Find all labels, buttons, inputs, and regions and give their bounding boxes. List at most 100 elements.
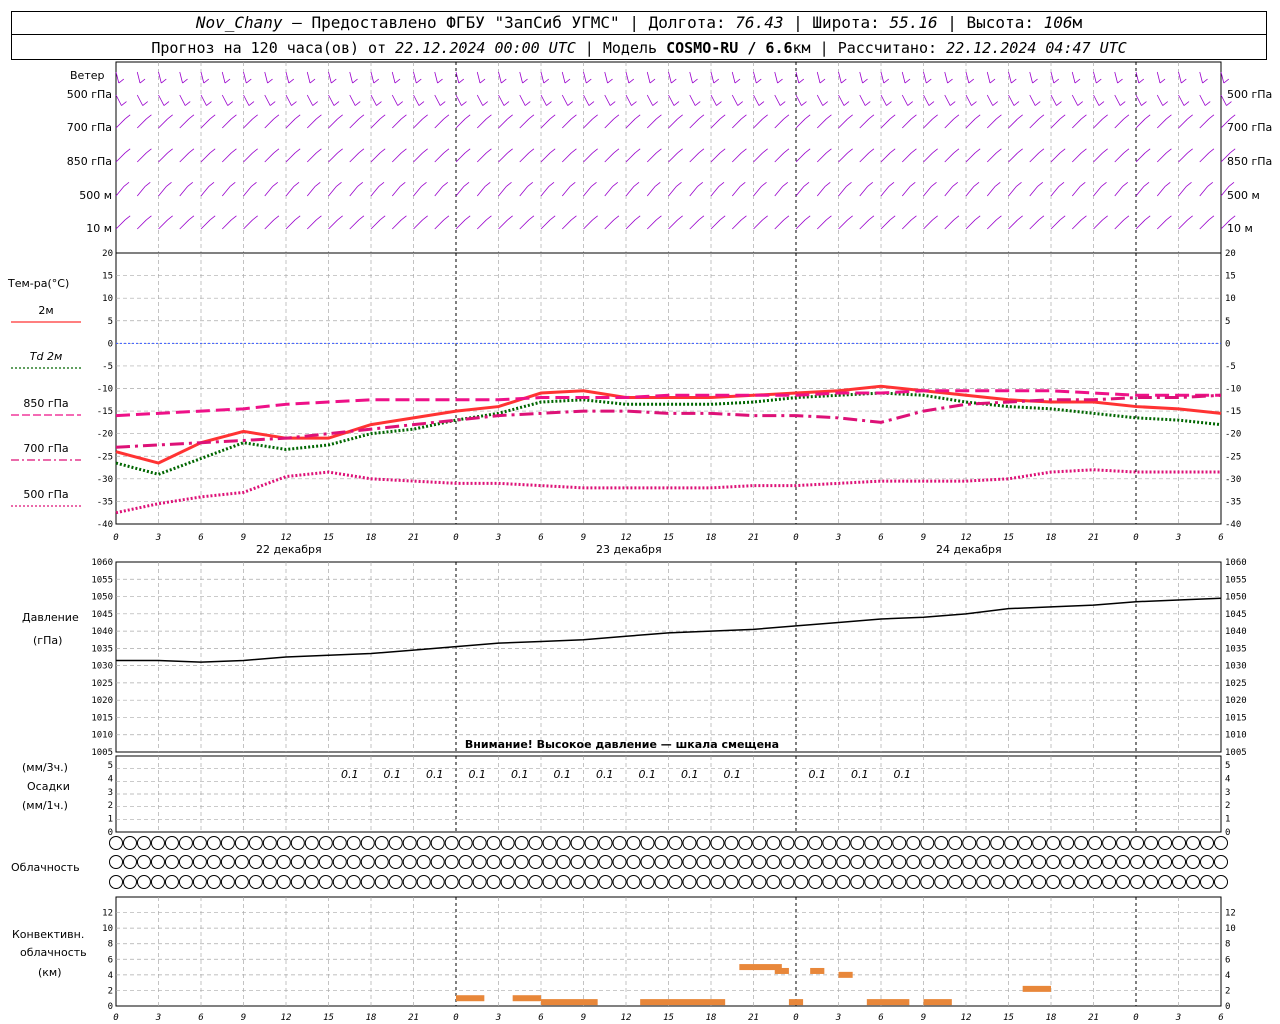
cloud-circle <box>724 875 739 889</box>
wind-barb-feather <box>378 181 385 187</box>
y-tick-label: 10 <box>102 924 113 934</box>
wind-barb-feather <box>911 215 917 221</box>
cloud-symbol <box>920 855 935 869</box>
cloud-circle <box>794 855 809 869</box>
y-tick-label-right: -15 <box>1225 407 1241 417</box>
cloud-symbol <box>1046 855 1061 869</box>
y-tick-label: 8 <box>108 940 113 950</box>
cloud-symbol <box>738 875 753 889</box>
wind-barb <box>625 118 636 129</box>
wind-barb-feather <box>592 215 598 221</box>
cloud-symbol <box>234 875 249 889</box>
wind-barb-feather <box>888 181 895 187</box>
wind-barb <box>1199 118 1210 129</box>
convective-bar <box>866 999 910 1006</box>
convective-bar <box>668 999 726 1006</box>
wind-barb <box>328 186 337 197</box>
wind-barb-feather <box>291 101 297 106</box>
wind-barb-feather <box>864 101 871 106</box>
wind-barb-feather <box>167 215 173 221</box>
cloud-title: Облачность <box>11 861 80 874</box>
wind-barb-feather <box>421 181 427 187</box>
cloud-circle <box>850 855 865 869</box>
cloud-symbol <box>612 875 627 889</box>
cloud-symbol <box>934 875 949 889</box>
cloud-symbol <box>990 875 1005 889</box>
cloud-circle <box>1116 855 1131 869</box>
cloud-circle <box>556 836 571 850</box>
wind-barb-feather <box>315 181 321 187</box>
x-tick-label: 6 <box>198 1013 203 1023</box>
wind-barb <box>604 94 611 106</box>
wind-barb <box>1029 118 1040 129</box>
wind-barb <box>136 71 141 84</box>
cloud-symbol <box>668 875 683 889</box>
wind-barb-feather <box>1159 78 1166 84</box>
cloud-symbol <box>164 855 179 869</box>
cloud-symbol <box>682 855 697 869</box>
cloud-circle <box>878 875 893 889</box>
cloud-symbol <box>724 855 739 869</box>
wind-barb-feather <box>762 215 768 221</box>
wind-barb <box>1114 219 1125 230</box>
wind-barb <box>498 94 505 106</box>
cloud-symbol <box>1004 855 1019 869</box>
wind-barb <box>583 71 587 84</box>
cloud-symbol <box>1004 836 1019 850</box>
wind-barb-feather <box>564 78 571 84</box>
cloud-circle <box>472 836 487 850</box>
wind-barb <box>498 186 507 197</box>
wind-barb-feather <box>209 215 216 221</box>
wind-barb-feather <box>331 78 337 84</box>
cloud-symbol <box>332 855 347 869</box>
cloud-circle <box>1214 836 1228 850</box>
wind-barb-feather <box>507 215 513 221</box>
cloud-circle <box>626 855 641 869</box>
wind-barb <box>901 152 912 163</box>
wind-barb-feather <box>401 215 407 221</box>
wind-barb-feather <box>571 215 577 221</box>
wind-barb-feather <box>208 181 215 187</box>
wind-barb-feather <box>1183 101 1190 106</box>
cloud-symbol <box>178 875 193 889</box>
wind-barb <box>923 186 932 197</box>
wind-barb <box>986 152 997 163</box>
cloud-circle <box>934 836 949 850</box>
cloud-symbol <box>458 875 473 889</box>
y-tick-label: -40 <box>97 520 113 530</box>
y-tick-label-right: -30 <box>1225 475 1241 485</box>
wind-barb <box>370 219 381 230</box>
cloud-circle <box>1158 855 1173 869</box>
precip-value: 0.1 <box>341 768 359 781</box>
cloud-circle <box>346 855 361 869</box>
wind-barb-feather <box>694 101 701 106</box>
wind-barb-feather <box>992 101 998 106</box>
x-tick-label: 21 <box>408 1013 419 1023</box>
wind-barb-feather <box>288 78 295 84</box>
wind-barb-feather <box>847 148 853 154</box>
wind-barb-feather <box>889 215 896 221</box>
cloud-circle <box>290 836 305 850</box>
cloud-circle <box>668 855 683 869</box>
wind-barb <box>668 152 678 163</box>
wind-barb <box>285 118 296 129</box>
wind-barb-feather <box>1034 101 1041 106</box>
wind-barb <box>1008 94 1015 106</box>
wind-barb-feather <box>974 215 981 221</box>
cloud-circle <box>416 875 431 889</box>
wind-barb-feather <box>1202 78 1208 84</box>
cloud-circle <box>374 875 389 889</box>
cloud-circle <box>402 836 417 850</box>
precip-value: 0.1 <box>851 768 869 781</box>
cloud-circle <box>752 875 767 889</box>
convective-bar <box>541 999 598 1006</box>
wind-barb-feather <box>671 78 677 84</box>
wind-barb-feather <box>294 148 301 154</box>
wind-barb <box>859 71 863 84</box>
cloud-symbol <box>262 875 277 889</box>
wind-barb-feather <box>697 181 703 187</box>
cloud-circle <box>360 855 375 869</box>
y-tick-label-right: -5 <box>1225 362 1236 372</box>
wind-barb <box>1178 219 1188 230</box>
y-tick-label: 15 <box>102 272 113 282</box>
